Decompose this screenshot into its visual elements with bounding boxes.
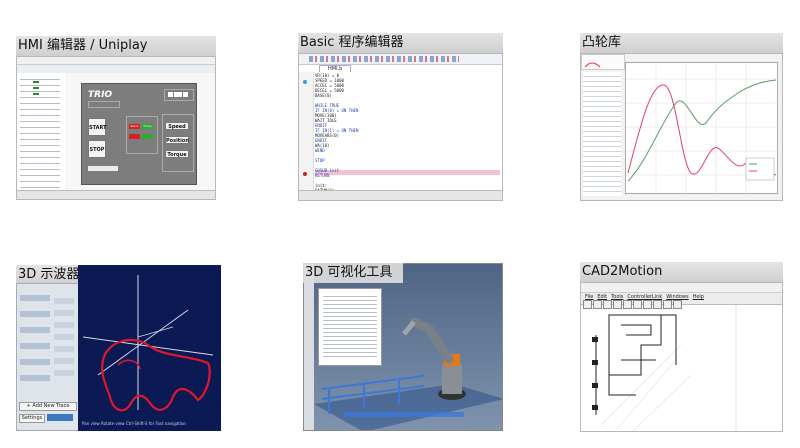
mode-red-indicator: Servo bbox=[129, 124, 140, 129]
card-title: HMI 编辑器 / Uniplay bbox=[16, 36, 216, 56]
cam-chart-svg bbox=[626, 63, 779, 195]
card-title: 3D 可视化工具 bbox=[303, 263, 403, 283]
mode-green-indicator: Drive bbox=[142, 124, 153, 129]
status-bar bbox=[299, 190, 502, 200]
breakpoint-icon[interactable] bbox=[303, 172, 307, 176]
cam-screenshot bbox=[580, 53, 783, 201]
status-bar bbox=[17, 190, 215, 199]
position-button[interactable]: Position bbox=[165, 136, 189, 144]
cam-chart bbox=[625, 62, 779, 195]
card-hmi-editor[interactable]: HMI 编辑器 / Uniplay TRIO START STOP Servo … bbox=[16, 36, 216, 200]
card-title: 凸轮库 bbox=[580, 33, 783, 53]
scope-sidebar: + Add New Trace Settings bbox=[16, 283, 80, 431]
add-trace-button[interactable]: + Add New Trace bbox=[19, 402, 77, 411]
card-cad2motion[interactable]: CAD2Motion FileEditToolsControllerLinkWi… bbox=[580, 262, 783, 432]
card-title: CAD2Motion bbox=[580, 262, 783, 282]
start-button[interactable]: START bbox=[88, 118, 107, 136]
breakpoint-icon[interactable] bbox=[303, 80, 307, 84]
code-area[interactable]: VR(10) = 0 SPEED = 1000 ACCEL = 5000 DECEL … bbox=[315, 73, 500, 198]
cam-toolbar bbox=[581, 54, 625, 70]
scope-trace bbox=[101, 338, 211, 412]
cad-menu-bar: FileEditToolsControllerLinkWindowsHelp bbox=[581, 283, 782, 300]
card-3d-visualisation[interactable]: 3D 可视化工具 bbox=[303, 263, 503, 431]
speed-button[interactable]: Speed bbox=[165, 122, 189, 130]
project-tree bbox=[17, 73, 66, 199]
scope-plot: Pan view Rotate view Ctrl-Shift-S for Fa… bbox=[82, 275, 214, 426]
cad-screenshot: FileEditToolsControllerLinkWindowsHelp bbox=[580, 282, 783, 432]
toolbar bbox=[299, 54, 502, 65]
torque-button[interactable]: Torque bbox=[165, 150, 189, 158]
hmi-screenshot: TRIO START STOP Servo Drive Speed Positi… bbox=[16, 56, 216, 200]
editor-tab[interactable]: HMI.b bbox=[319, 65, 352, 72]
card-basic-editor[interactable]: Basic 程序编辑器 HMI.b VR(10) = 0 SPEED = 1000… bbox=[298, 33, 503, 201]
menu-bar bbox=[17, 57, 215, 65]
cad-menu-item[interactable]: Help bbox=[693, 294, 704, 300]
stop-button[interactable]: STOP bbox=[88, 140, 106, 158]
scope-help-text: Pan view Rotate view Ctrl-Shift-S for Fa… bbox=[82, 421, 186, 426]
settings-button[interactable]: Settings bbox=[19, 414, 45, 423]
cad-toolbar bbox=[581, 293, 782, 309]
cad-drawing bbox=[592, 305, 737, 431]
robot-scene bbox=[314, 317, 502, 430]
trio-logo: TRIO bbox=[88, 90, 113, 100]
conveyor-rollers bbox=[344, 412, 464, 417]
hmi-canvas: TRIO START STOP Servo Drive Speed Positi… bbox=[65, 73, 215, 191]
cam-profile-icon bbox=[584, 62, 601, 68]
basic-screenshot: HMI.b VR(10) = 0 SPEED = 1000 ACCEL = 5000… bbox=[298, 53, 503, 201]
cam-parameter-table bbox=[583, 72, 621, 196]
viz-view[interactable] bbox=[303, 263, 503, 431]
card-title: 3D 示波器 bbox=[16, 265, 84, 285]
card-cam-library[interactable]: 凸轮库 bbox=[580, 33, 783, 201]
card-title: Basic 程序编辑器 bbox=[298, 33, 503, 53]
hmi-panel: TRIO START STOP Servo Drive Speed Positi… bbox=[81, 83, 197, 185]
scope-3d-view[interactable]: Pan view Rotate view Ctrl-Shift-S for Fa… bbox=[78, 265, 221, 431]
card-3d-scope[interactable]: 3D 示波器 + Add New Trace Settings Pan view… bbox=[16, 265, 221, 431]
